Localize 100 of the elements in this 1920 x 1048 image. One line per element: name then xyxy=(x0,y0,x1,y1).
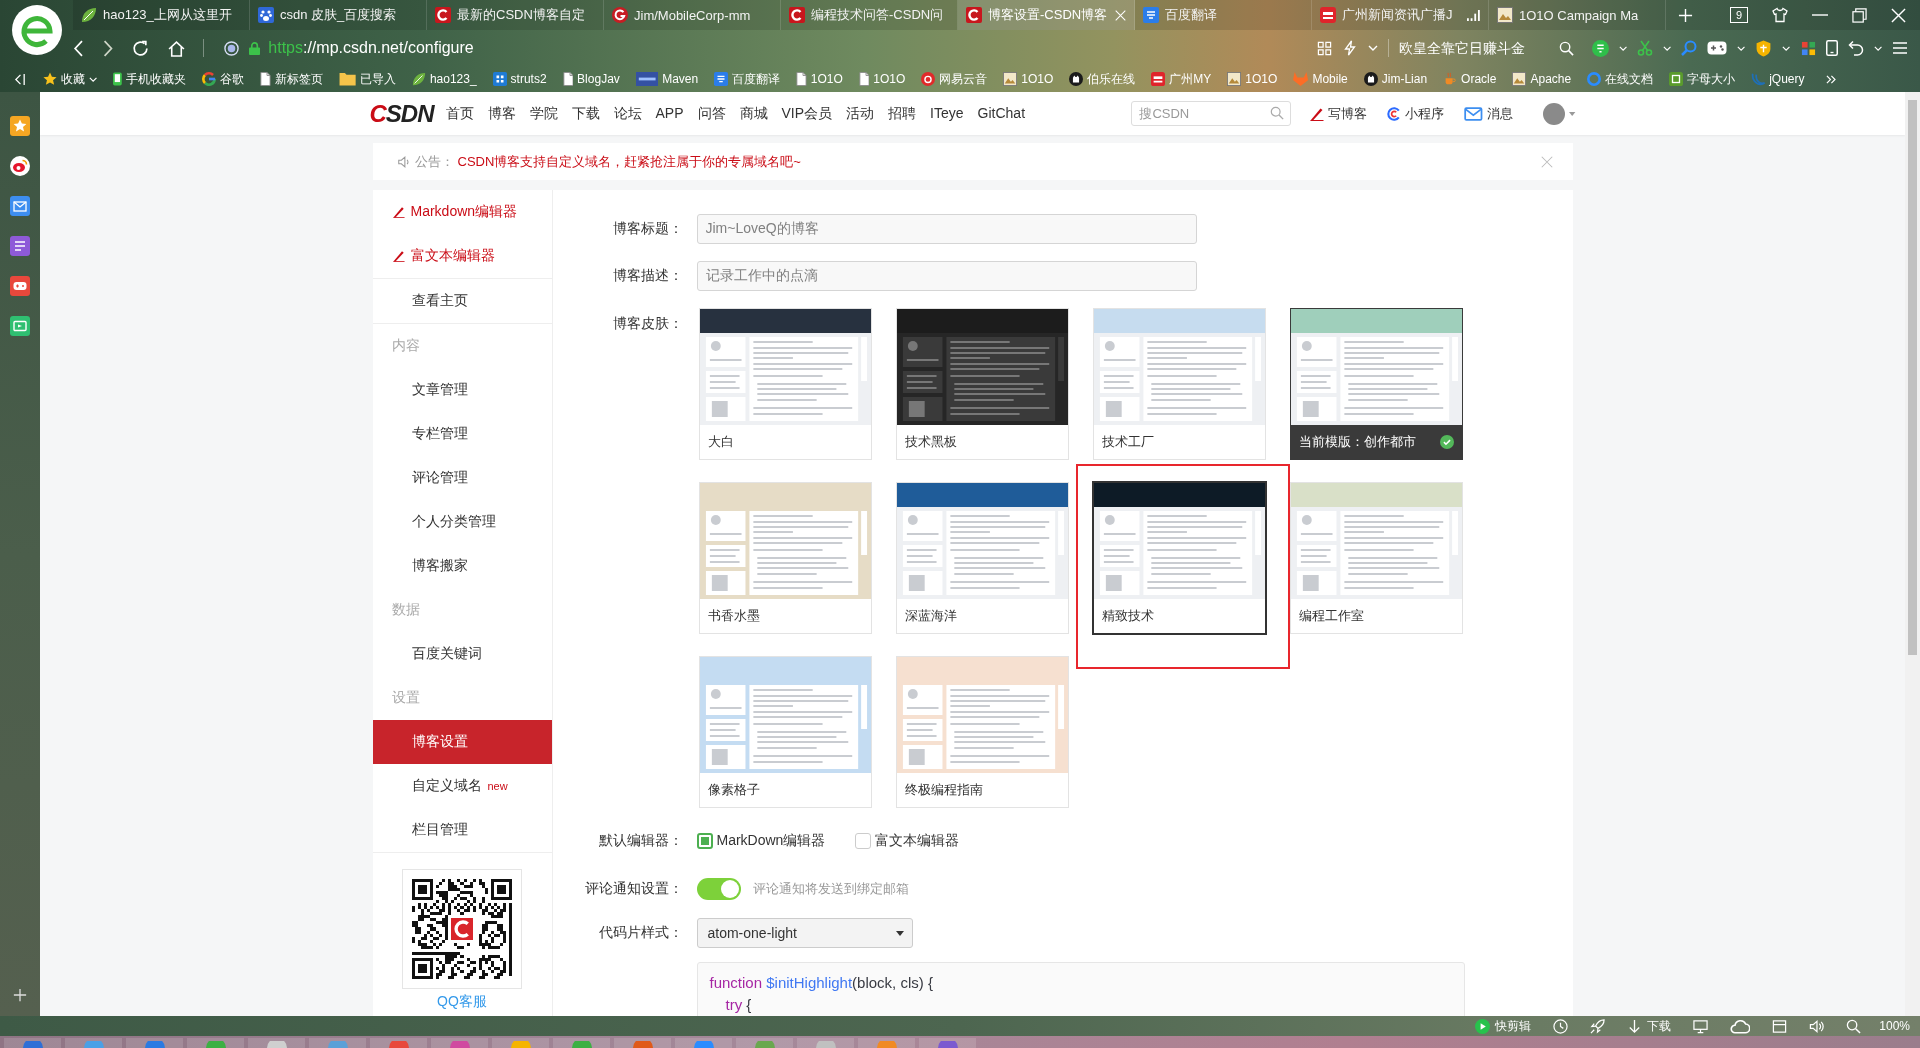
menu-item[interactable]: 自定义域名 new xyxy=(372,764,552,808)
search-icon[interactable] xyxy=(1558,40,1574,56)
nav-link[interactable]: 学院 xyxy=(529,104,558,123)
scrollbar[interactable] xyxy=(1905,92,1920,1016)
browser-tab[interactable]: 百度翻译 xyxy=(1135,0,1312,30)
gamepad-icon[interactable] xyxy=(1707,41,1728,55)
skin-card[interactable]: 书香水墨 xyxy=(698,482,872,634)
caret-icon[interactable] xyxy=(1737,45,1746,51)
menu-item[interactable]: 专栏管理 xyxy=(372,412,552,456)
browser-tab[interactable]: csdn 皮肤_百度搜索 xyxy=(250,0,427,30)
apps-icon[interactable] xyxy=(1316,40,1332,56)
menu-icon[interactable] xyxy=(1892,40,1908,56)
status-bar-button[interactable]: 下载 xyxy=(1627,1017,1672,1035)
menu-item[interactable]: 栏目管理 xyxy=(372,808,552,852)
round-logo-icon[interactable] xyxy=(1591,39,1609,57)
skin-card[interactable]: 技术黑板 xyxy=(895,308,1069,460)
caret-icon[interactable] xyxy=(1662,45,1672,51)
bookmark[interactable]: jQuery xyxy=(1746,72,1810,86)
restore-icon[interactable] xyxy=(1852,7,1867,23)
header-link[interactable]: 消息 xyxy=(1464,104,1514,123)
browser-logo-icon[interactable] xyxy=(11,5,62,55)
radio-dot-icon[interactable] xyxy=(224,40,240,56)
browser-tab[interactable]: hao123_上网从这里开 xyxy=(73,0,250,30)
browser-tab[interactable]: 最新的CSDN博客自定 xyxy=(427,0,604,30)
caret-icon[interactable] xyxy=(1873,45,1882,51)
magnifier-icon[interactable] xyxy=(1846,1018,1862,1034)
nav-link[interactable]: 商城 xyxy=(739,104,768,123)
editor-link[interactable]: Markdown编辑器 xyxy=(372,190,552,234)
editor-link[interactable]: 富文本编辑器 xyxy=(372,234,552,278)
scissors-icon[interactable] xyxy=(1636,40,1653,56)
nav-link[interactable]: 活动 xyxy=(846,104,875,123)
skin-card[interactable]: 技术工厂 xyxy=(1092,308,1266,460)
shirt-icon[interactable] xyxy=(1772,7,1788,23)
reload-icon[interactable] xyxy=(132,39,150,57)
sidebar-toggle-icon[interactable] xyxy=(14,72,26,86)
menu-item[interactable]: 查看主页 xyxy=(372,279,552,323)
nav-link[interactable]: ITeye xyxy=(930,104,964,123)
nav-link[interactable]: 论坛 xyxy=(613,104,642,123)
caret-icon[interactable] xyxy=(1367,45,1378,51)
nav-link[interactable]: 问答 xyxy=(697,104,726,123)
nav-link[interactable]: 博客 xyxy=(487,104,516,123)
bookmark[interactable]: 网易云音 xyxy=(916,70,993,88)
notice-text[interactable]: CSDN博客支持自定义域名，赶紧抢注属于你的专属域名吧~ xyxy=(457,152,801,171)
back-icon[interactable] xyxy=(73,39,84,57)
search-icon[interactable] xyxy=(1270,106,1285,120)
undo-icon[interactable] xyxy=(1847,40,1864,56)
radio-box[interactable] xyxy=(855,833,872,849)
caret-icon[interactable] xyxy=(1782,45,1791,51)
rocket-icon[interactable] xyxy=(1590,1018,1606,1034)
eye-logo-icon[interactable] xyxy=(10,156,30,176)
bookmark[interactable]: 百度翻译 xyxy=(709,70,786,88)
bookmark[interactable]: Oracle xyxy=(1438,72,1502,86)
skin-card[interactable]: 精致技术 xyxy=(1092,482,1266,634)
tiles-icon[interactable] xyxy=(1800,40,1816,56)
skin-card[interactable]: 当前模版：创作都市 xyxy=(1289,308,1463,460)
mail-icon[interactable] xyxy=(10,196,30,216)
tablet-icon[interactable] xyxy=(1825,40,1838,56)
avatar[interactable] xyxy=(1543,102,1566,125)
speaker-icon[interactable] xyxy=(1809,1018,1825,1034)
scrollbar-thumb[interactable] xyxy=(1908,100,1917,655)
search-field[interactable]: 搜CSDN xyxy=(1131,101,1292,126)
text-field[interactable]: Jim~LoveQ的博客 xyxy=(696,214,1197,244)
browser-tab[interactable]: 编程技术问答-CSDN问 xyxy=(781,0,958,30)
nav-link[interactable]: APP xyxy=(655,104,684,123)
bookmark[interactable]: 谷歌 xyxy=(197,70,250,88)
menu-item[interactable]: 文章管理 xyxy=(372,368,552,412)
address-field[interactable]: https://mp.csdn.net/configure xyxy=(268,39,1317,57)
clock-icon[interactable] xyxy=(1553,1018,1569,1034)
star-tile-icon[interactable] xyxy=(10,116,30,136)
search-field[interactable]: 欧皇全靠它日赚斗金 xyxy=(1398,36,1549,60)
toggle-switch[interactable] xyxy=(696,878,741,900)
bookmark[interactable]: 手机收藏夹 xyxy=(108,70,192,88)
bookmark[interactable]: 已导入 xyxy=(333,70,401,88)
bookmark[interactable]: Apache xyxy=(1507,72,1577,86)
nav-link[interactable]: GitChat xyxy=(977,104,1026,123)
bookmark[interactable]: BlogJav xyxy=(557,72,625,86)
plus-icon[interactable] xyxy=(13,988,27,1002)
site-logo[interactable]: CSDN xyxy=(369,99,434,128)
menu-item[interactable]: 博客搬家 xyxy=(372,544,552,588)
menu-item[interactable]: 个人分类管理 xyxy=(372,500,552,544)
bookmark[interactable]: 字母大小 xyxy=(1664,70,1741,88)
browser-tab[interactable]: 1O1O Campaign Ma xyxy=(1489,0,1666,30)
bookmark[interactable]: 1O1O xyxy=(853,72,911,86)
nav-link[interactable]: 招聘 xyxy=(888,104,917,123)
nav-link[interactable]: 首页 xyxy=(445,104,474,123)
bookmark[interactable]: 新标签页 xyxy=(255,70,328,88)
bookmark[interactable]: Jim-Lian xyxy=(1358,72,1433,86)
bookmark[interactable]: 收藏 xyxy=(38,70,103,88)
tv-icon[interactable] xyxy=(10,316,30,336)
tab-count-button[interactable]: 9 xyxy=(1730,7,1748,23)
menu-item[interactable]: 百度关键词 xyxy=(372,632,552,676)
zoom-level[interactable]: 100% xyxy=(1879,1019,1910,1033)
game-tile-icon[interactable] xyxy=(10,276,30,296)
browser-tab[interactable]: 广州新闻资讯广播J xyxy=(1312,0,1489,30)
skin-card[interactable]: 编程工作室 xyxy=(1289,482,1463,634)
menu-item[interactable]: 评论管理 xyxy=(372,456,552,500)
header-link[interactable]: 写博客 xyxy=(1310,104,1368,123)
browser-tab[interactable]: Jim/MobileCorp-mm xyxy=(604,0,781,30)
skin-card[interactable]: 大白 xyxy=(698,308,872,460)
radio-option[interactable]: MarkDown编辑器 xyxy=(696,832,826,850)
